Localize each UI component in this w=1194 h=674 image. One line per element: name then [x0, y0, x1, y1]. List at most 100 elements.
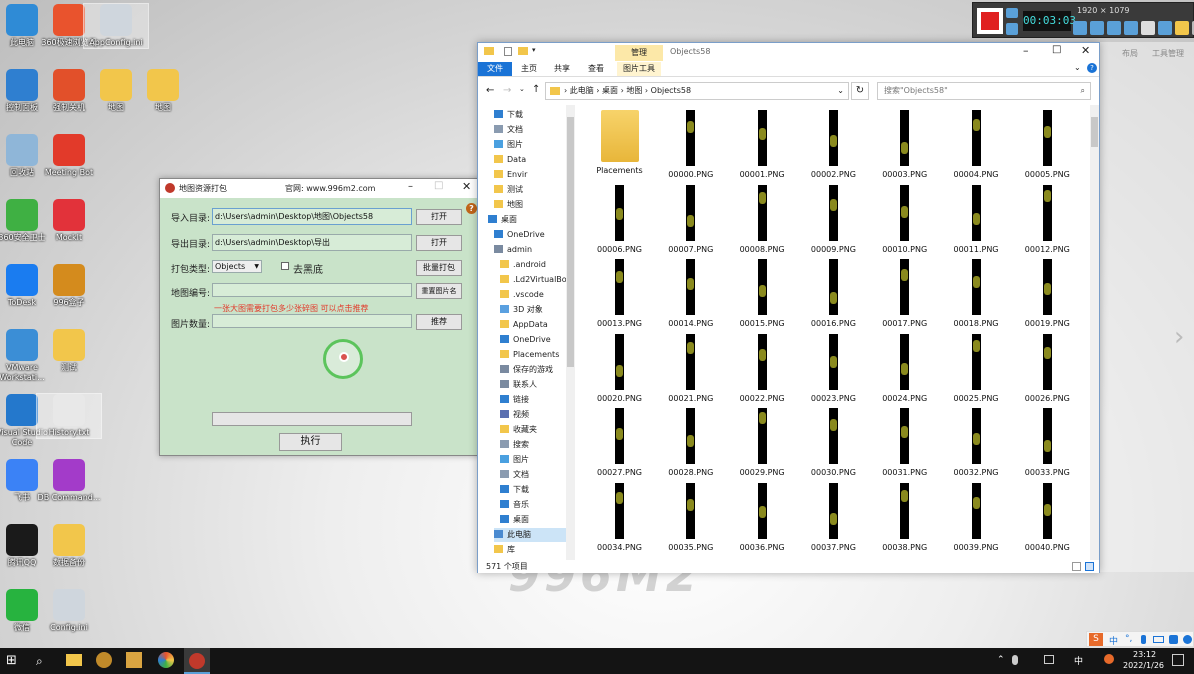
- browser-taskbar-icon[interactable]: [158, 652, 174, 668]
- address-bar[interactable]: › 此电脑 › 桌面 › 地图 › Objects58 ⌄: [545, 82, 849, 100]
- nav-item[interactable]: OneDrive: [500, 333, 551, 347]
- forward-arrow-icon[interactable]: →: [503, 85, 511, 96]
- nav-item[interactable]: 视频: [500, 408, 529, 422]
- file-item[interactable]: 00040.PNG: [1012, 482, 1083, 557]
- map-id-field[interactable]: [212, 283, 412, 297]
- file-item[interactable]: 00034.PNG: [584, 482, 655, 557]
- nav-item[interactable]: 音乐: [500, 498, 529, 512]
- microphone-icon[interactable]: [1090, 21, 1104, 35]
- nav-item[interactable]: 收藏夹: [500, 423, 537, 437]
- properties-icon[interactable]: [504, 47, 512, 56]
- file-item[interactable]: 00006.PNG: [584, 184, 655, 259]
- large-icons-view-icon[interactable]: [1085, 562, 1094, 571]
- cursor-icon[interactable]: [1141, 21, 1155, 35]
- nav-item[interactable]: 图片: [500, 453, 529, 467]
- minimize-button[interactable]: –: [408, 181, 413, 192]
- chevron-down-icon[interactable]: ⌄: [837, 83, 844, 99]
- file-explorer-taskbar-icon[interactable]: [66, 654, 82, 666]
- rename-images-button[interactable]: 重置图片名: [416, 283, 462, 299]
- nav-item[interactable]: Data: [494, 153, 526, 167]
- next-arrow-icon[interactable]: ›: [1174, 322, 1184, 352]
- file-item[interactable]: 00009.PNG: [798, 184, 869, 259]
- file-item[interactable]: 00022.PNG: [727, 333, 798, 408]
- ime-indicator[interactable]: 中: [1074, 654, 1083, 667]
- import-directory-field[interactable]: d:\Users\admin\Desktop\地图\Objects58: [212, 208, 412, 225]
- tab-share[interactable]: 共享: [548, 62, 576, 76]
- folder-icon[interactable]: [1175, 21, 1189, 35]
- file-item[interactable]: 00032.PNG: [941, 408, 1012, 482]
- file-item[interactable]: 00011.PNG: [941, 184, 1012, 259]
- file-item[interactable]: 00007.PNG: [655, 184, 726, 259]
- pen-icon[interactable]: [1158, 21, 1172, 35]
- sogou-icon[interactable]: S: [1089, 633, 1103, 646]
- minimize-button[interactable]: –: [1023, 44, 1029, 57]
- nav-item[interactable]: 搜索: [500, 438, 529, 452]
- webcam-icon[interactable]: [1107, 21, 1121, 35]
- import-open-button[interactable]: 打开: [416, 209, 462, 225]
- tab-home[interactable]: 主页: [515, 62, 543, 76]
- ime-mode[interactable]: 中: [1109, 634, 1118, 647]
- recent-chevron-icon[interactable]: ⌄: [519, 85, 525, 93]
- tab-file[interactable]: 文件: [478, 62, 512, 76]
- sogou-icon[interactable]: [1104, 654, 1114, 664]
- file-item[interactable]: 00002.PNG: [798, 110, 869, 184]
- breadcrumb-item[interactable]: Objects58: [651, 86, 691, 95]
- file-item[interactable]: 00027.PNG: [584, 408, 655, 482]
- tray-chevron-icon[interactable]: ⌃: [997, 655, 1005, 665]
- nav-item[interactable]: Placements: [500, 348, 559, 362]
- new-folder-icon[interactable]: [518, 47, 528, 55]
- desktop-icon[interactable]: MockIt: [37, 199, 101, 243]
- desktop-icon[interactable]: Config.ini: [37, 589, 101, 633]
- clock-time[interactable]: 23:12: [1133, 650, 1156, 659]
- details-view-icon[interactable]: [1072, 562, 1081, 571]
- file-item[interactable]: 00038.PNG: [869, 482, 940, 557]
- file-item[interactable]: 00017.PNG: [869, 259, 940, 333]
- microphone-icon[interactable]: [1012, 655, 1018, 665]
- export-directory-field[interactable]: d:\Users\admin\Desktop\导出: [212, 234, 412, 251]
- export-open-button[interactable]: 打开: [416, 235, 462, 251]
- breadcrumb-item[interactable]: 地图: [626, 86, 642, 95]
- nav-item[interactable]: 链接: [500, 393, 529, 407]
- file-item[interactable]: 00008.PNG: [727, 184, 798, 259]
- nav-scrollbar[interactable]: [566, 105, 575, 560]
- tool-taskbar-icon[interactable]: [126, 652, 142, 668]
- remove-black-checkbox[interactable]: [281, 262, 289, 270]
- voice-icon[interactable]: [1141, 635, 1146, 644]
- search-icon[interactable]: ⌕: [36, 651, 58, 671]
- right-panel-item[interactable]: 布局: [1122, 48, 1138, 59]
- nav-item[interactable]: 保存的游戏: [500, 363, 553, 377]
- file-item[interactable]: 00031.PNG: [869, 408, 940, 482]
- nav-item[interactable]: 桌面: [488, 213, 517, 227]
- file-item[interactable]: 00025.PNG: [941, 333, 1012, 408]
- mic-icon[interactable]: [1124, 21, 1138, 35]
- batch-pack-button[interactable]: 批量打包: [416, 260, 462, 276]
- desktop-icon[interactable]: Meeting Bot: [37, 134, 101, 178]
- chevron-down-icon[interactable]: ⌄: [1074, 63, 1081, 72]
- nav-item[interactable]: 下载: [494, 108, 523, 122]
- manage-tab[interactable]: 管理: [615, 45, 663, 61]
- file-item[interactable]: 00026.PNG: [1012, 333, 1083, 408]
- nav-item[interactable]: .android: [500, 258, 546, 272]
- speaker-icon[interactable]: [1073, 21, 1087, 35]
- file-item[interactable]: 00016.PNG: [798, 259, 869, 333]
- file-item[interactable]: 00014.PNG: [655, 259, 726, 333]
- close-button[interactable]: ✕: [1081, 44, 1090, 57]
- keyboard-icon[interactable]: [1153, 636, 1164, 643]
- file-item[interactable]: 00021.PNG: [655, 333, 726, 408]
- file-item[interactable]: 00039.PNG: [941, 482, 1012, 557]
- nav-item[interactable]: 文档: [500, 468, 529, 482]
- file-item[interactable]: Placements: [584, 110, 655, 184]
- nav-item[interactable]: 此电脑: [494, 528, 566, 542]
- file-item[interactable]: 00024.PNG: [869, 333, 940, 408]
- desktop-icon[interactable]: 测试: [37, 329, 101, 373]
- nav-item[interactable]: 文档: [494, 123, 523, 137]
- content-scrollbar[interactable]: [1090, 105, 1099, 560]
- execute-button[interactable]: 执行: [279, 433, 342, 451]
- file-item[interactable]: 00004.PNG: [941, 110, 1012, 184]
- file-item[interactable]: 00012.PNG: [1012, 184, 1083, 259]
- file-item[interactable]: 00015.PNG: [727, 259, 798, 333]
- customize-icon[interactable]: ▾: [532, 46, 536, 54]
- desktop-icon[interactable]: DB Command...: [37, 459, 101, 503]
- file-item[interactable]: 00001.PNG: [727, 110, 798, 184]
- nav-item[interactable]: 库: [494, 543, 515, 557]
